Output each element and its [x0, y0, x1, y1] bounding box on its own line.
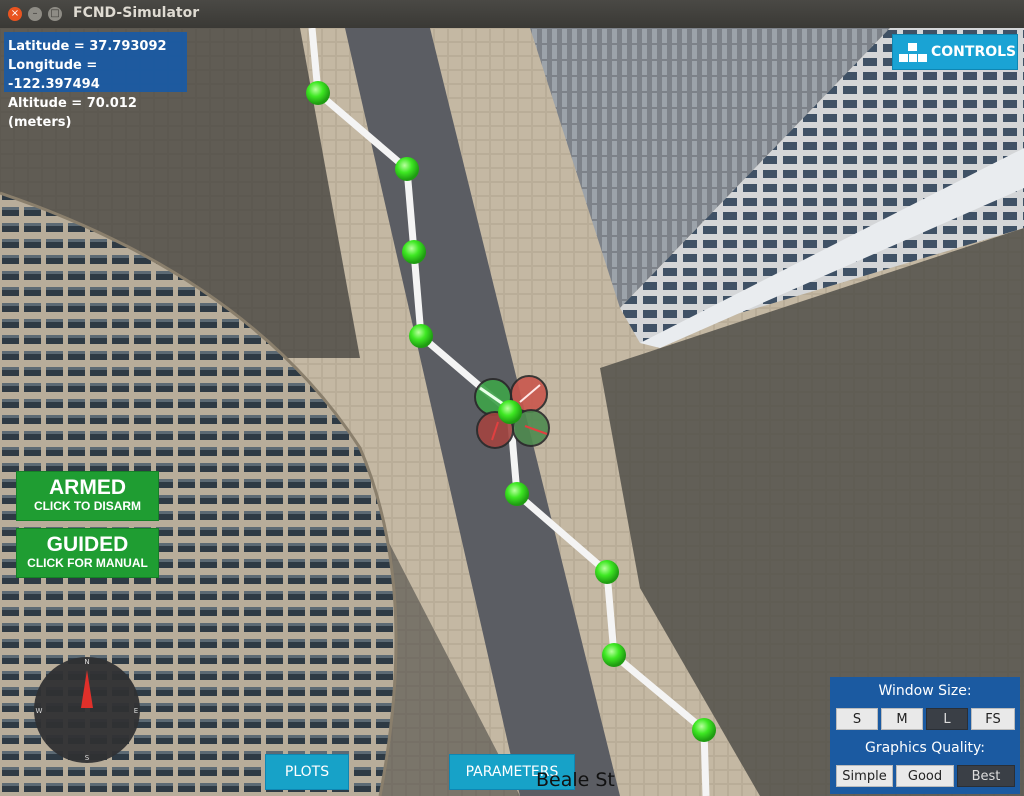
compass-w: W — [36, 707, 43, 715]
waypoint-marker[interactable] — [505, 482, 529, 506]
armed-subtitle: CLICK TO DISARM — [33, 499, 142, 513]
waypoint-marker[interactable] — [692, 718, 716, 742]
quality-good[interactable]: Good — [896, 765, 954, 787]
graphics-quality-title: Graphics Quality: — [865, 740, 985, 756]
armed-button[interactable]: ARMED CLICK TO DISARM — [16, 471, 159, 521]
compass-s: S — [85, 754, 90, 762]
close-icon[interactable]: × — [8, 7, 22, 21]
window-size-l[interactable]: L — [926, 708, 968, 730]
guided-subtitle: CLICK FOR MANUAL — [27, 556, 148, 570]
minimize-icon[interactable]: – — [28, 7, 42, 21]
waypoint-marker[interactable] — [595, 560, 619, 584]
guided-title: GUIDED — [46, 533, 129, 556]
title-bar: × – □ FCND-Simulator — [0, 0, 1024, 28]
street-label: Beale St — [536, 769, 615, 791]
window-title: FCND-Simulator — [73, 5, 200, 21]
current-waypoint-marker — [498, 400, 522, 424]
maximize-icon[interactable]: □ — [48, 7, 62, 21]
compass: N S E W — [34, 657, 140, 763]
plots-button[interactable]: PLOTS — [265, 754, 349, 790]
window-size-fs[interactable]: FS — [971, 708, 1015, 730]
quality-simple[interactable]: Simple — [836, 765, 893, 787]
quality-best[interactable]: Best — [957, 765, 1015, 787]
compass-e: E — [134, 707, 138, 715]
window-size-m[interactable]: M — [881, 708, 923, 730]
waypoint-marker[interactable] — [409, 324, 433, 348]
latitude-readout: Latitude = 37.793092 — [8, 39, 167, 54]
controls-button[interactable]: CONTROLS — [892, 34, 1018, 70]
telemetry-panel: Latitude = 37.793092 Longitude = -122.39… — [4, 32, 187, 130]
waypoint-marker[interactable] — [395, 157, 419, 181]
simulator-viewport[interactable]: Latitude = 37.793092 Longitude = -122.39… — [0, 28, 1024, 796]
display-settings-panel: Window Size: S M L FS Graphics Quality: … — [830, 677, 1020, 794]
guided-button[interactable]: GUIDED CLICK FOR MANUAL — [16, 528, 159, 578]
armed-title: ARMED — [49, 476, 126, 499]
drone — [474, 375, 550, 449]
compass-n: N — [84, 658, 89, 666]
window-size-title: Window Size: — [878, 683, 972, 699]
window-size-s[interactable]: S — [836, 708, 878, 730]
longitude-readout: Longitude = -122.397494 — [8, 58, 100, 92]
keyboard-keys-icon — [899, 43, 927, 62]
controls-label: CONTROLS — [931, 44, 1017, 60]
waypoint-marker[interactable] — [306, 81, 330, 105]
waypoint-marker[interactable] — [602, 643, 626, 667]
altitude-readout: Altitude = 70.012 (meters) — [8, 96, 137, 130]
waypoint-marker[interactable] — [402, 240, 426, 264]
